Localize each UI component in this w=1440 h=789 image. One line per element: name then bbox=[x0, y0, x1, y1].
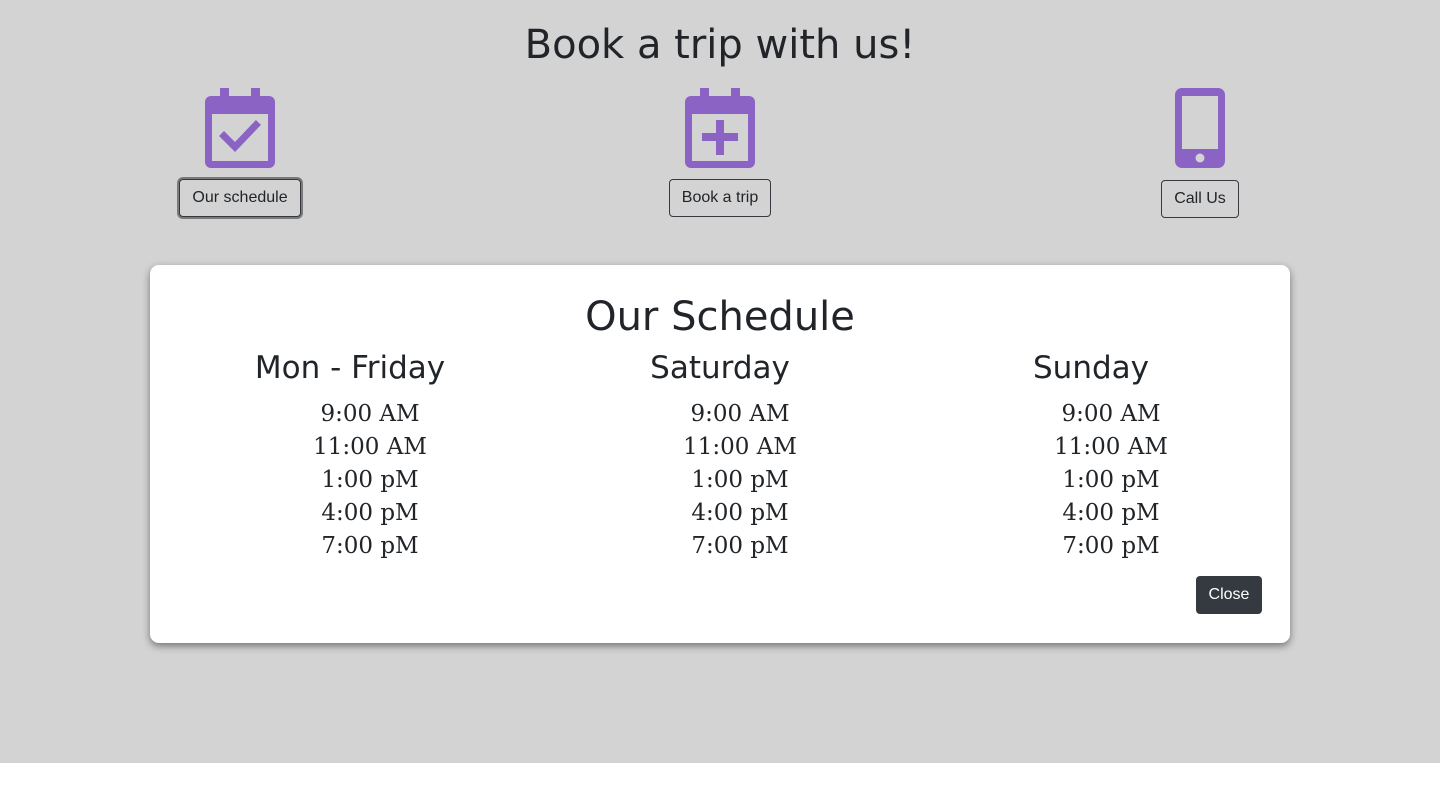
page-backdrop: Book a trip with us! Our schedule Book a… bbox=[0, 0, 1440, 763]
time-slot: 4:00 pM bbox=[691, 500, 789, 526]
time-slot: 1:00 pM bbox=[321, 467, 419, 493]
time-list: 9:00 AM 11:00 AM 1:00 pM 4:00 pM 7:00 pM bbox=[610, 398, 870, 563]
time-slot: 7:00 pM bbox=[1062, 533, 1160, 559]
time-slot: 11:00 AM bbox=[1054, 434, 1168, 460]
day-heading: Sunday bbox=[1033, 350, 1149, 386]
schedule-column-saturday: Saturday 9:00 AM 11:00 AM 1:00 pM 4:00 p… bbox=[570, 345, 870, 563]
close-button[interactable]: Close bbox=[1196, 576, 1262, 614]
day-heading: Saturday bbox=[650, 350, 790, 386]
schedule-column-weekday: Mon - Friday 9:00 AM 11:00 AM 1:00 pM 4:… bbox=[200, 345, 500, 563]
day-heading: Mon - Friday bbox=[254, 350, 446, 386]
time-slot: 9:00 AM bbox=[320, 401, 420, 427]
time-slot: 4:00 pM bbox=[321, 500, 419, 526]
call-us-button[interactable]: Call Us bbox=[1161, 180, 1239, 218]
time-list: 9:00 AM 11:00 AM 1:00 pM 4:00 pM 7:00 pM bbox=[240, 398, 500, 563]
modal-title: Our Schedule bbox=[585, 294, 855, 340]
time-slot: 1:00 pM bbox=[1062, 467, 1160, 493]
time-slot: 7:00 pM bbox=[321, 533, 419, 559]
time-list: 9:00 AM 11:00 AM 1:00 pM 4:00 pM 7:00 pM bbox=[981, 398, 1241, 563]
time-slot: 4:00 pM bbox=[1062, 500, 1160, 526]
page-title: Book a trip with us! bbox=[524, 22, 916, 68]
time-slot: 9:00 AM bbox=[1061, 401, 1161, 427]
book-trip-button[interactable]: Book a trip bbox=[668, 179, 772, 217]
time-slot: 9:00 AM bbox=[690, 401, 790, 427]
calendar-plus-icon bbox=[685, 88, 755, 168]
action-call-us: Call Us bbox=[1161, 88, 1239, 218]
time-slot: 11:00 AM bbox=[313, 434, 427, 460]
time-slot: 1:00 pM bbox=[691, 467, 789, 493]
time-slot: 11:00 AM bbox=[683, 434, 797, 460]
time-slot: 7:00 pM bbox=[691, 533, 789, 559]
schedule-column-sunday: Sunday 9:00 AM 11:00 AM 1:00 pM 4:00 pM … bbox=[941, 345, 1241, 563]
mobile-phone-icon bbox=[1175, 88, 1225, 168]
calendar-check-icon bbox=[205, 88, 275, 168]
our-schedule-button[interactable]: Our schedule bbox=[179, 179, 301, 217]
action-our-schedule: Our schedule bbox=[179, 88, 301, 217]
action-book-trip: Book a trip bbox=[668, 88, 772, 217]
schedule-modal: Our Schedule Mon - Friday 9:00 AM 11:00 … bbox=[150, 265, 1290, 643]
